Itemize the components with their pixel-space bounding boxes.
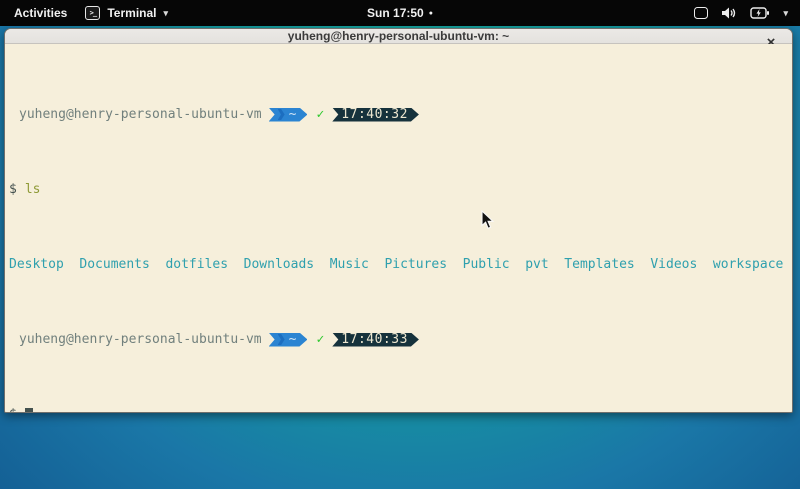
system-tray[interactable]: ▾ bbox=[694, 6, 800, 20]
prompt-line: yuheng@henry-personal-ubuntu-vm ~ ✓ 17:4… bbox=[7, 332, 790, 347]
app-menu-terminal[interactable]: >_ Terminal ▾ bbox=[85, 6, 168, 20]
dir-entry: Videos bbox=[650, 257, 697, 272]
notification-dot-icon: ● bbox=[429, 10, 433, 17]
gnome-top-bar: Activities >_ Terminal ▾ Sun 17:50 ● ▾ bbox=[0, 0, 800, 26]
prompt-path-banner: ~ bbox=[269, 333, 308, 347]
battery-charging-icon bbox=[750, 7, 770, 19]
input-line[interactable]: $ bbox=[7, 407, 790, 413]
prompt-path-banner: ~ bbox=[269, 108, 308, 122]
prompt-time-banner: 17:40:33 bbox=[332, 333, 419, 347]
prompt-sign: $ bbox=[7, 407, 17, 413]
prompt-time: 17:40:32 bbox=[341, 107, 408, 122]
command-text: ls bbox=[25, 182, 41, 197]
prompt-time-banner: 17:40:32 bbox=[332, 108, 419, 122]
dir-entry: dotfiles bbox=[165, 257, 228, 272]
screen-share-icon bbox=[694, 7, 708, 19]
dir-entry: Documents bbox=[79, 257, 149, 272]
prompt-path: ~ bbox=[289, 107, 297, 122]
app-menu-label: Terminal bbox=[107, 6, 156, 20]
dir-entry: pvt bbox=[525, 257, 548, 272]
status-check-icon: ✓ bbox=[316, 107, 324, 122]
command-line: $ ls bbox=[7, 182, 790, 197]
text-cursor-block bbox=[25, 408, 33, 413]
prompt-time: 17:40:33 bbox=[341, 332, 408, 347]
ls-output-line: Desktop Documents dotfiles Downloads Mus… bbox=[7, 257, 790, 272]
dir-entry: Templates bbox=[564, 257, 634, 272]
chevron-right-icon bbox=[278, 109, 285, 120]
dir-entry: Desktop bbox=[9, 257, 64, 272]
dir-entry: workspace bbox=[713, 257, 783, 272]
prompt-sign: $ bbox=[7, 182, 17, 197]
chevron-down-icon: ▾ bbox=[163, 8, 168, 19]
prompt-line: yuheng@henry-personal-ubuntu-vm ~ ✓ 17:4… bbox=[7, 107, 790, 122]
terminal-window: yuheng@henry-personal-ubuntu-vm: ~ × yuh… bbox=[4, 28, 793, 413]
dir-entry: Pictures bbox=[384, 257, 447, 272]
status-check-icon: ✓ bbox=[316, 332, 324, 347]
window-titlebar[interactable]: yuheng@henry-personal-ubuntu-vm: ~ × bbox=[5, 29, 792, 44]
dir-entry: Music bbox=[330, 257, 369, 272]
chevron-right-icon bbox=[278, 334, 285, 345]
dir-entry: Downloads bbox=[244, 257, 314, 272]
prompt-user: yuheng@henry-personal-ubuntu-vm bbox=[19, 332, 262, 347]
system-menu-chevron-icon: ▾ bbox=[783, 8, 788, 19]
dir-entry: Public bbox=[463, 257, 510, 272]
clock-label: Sun 17:50 bbox=[367, 6, 424, 20]
terminal-icon: >_ bbox=[85, 6, 100, 20]
terminal-content[interactable]: yuheng@henry-personal-ubuntu-vm ~ ✓ 17:4… bbox=[5, 44, 792, 413]
prompt-path: ~ bbox=[289, 332, 297, 347]
activities-button[interactable]: Activities bbox=[10, 4, 71, 22]
volume-icon bbox=[721, 6, 737, 20]
window-title: yuheng@henry-personal-ubuntu-vm: ~ bbox=[288, 29, 509, 43]
prompt-user: yuheng@henry-personal-ubuntu-vm bbox=[19, 107, 262, 122]
